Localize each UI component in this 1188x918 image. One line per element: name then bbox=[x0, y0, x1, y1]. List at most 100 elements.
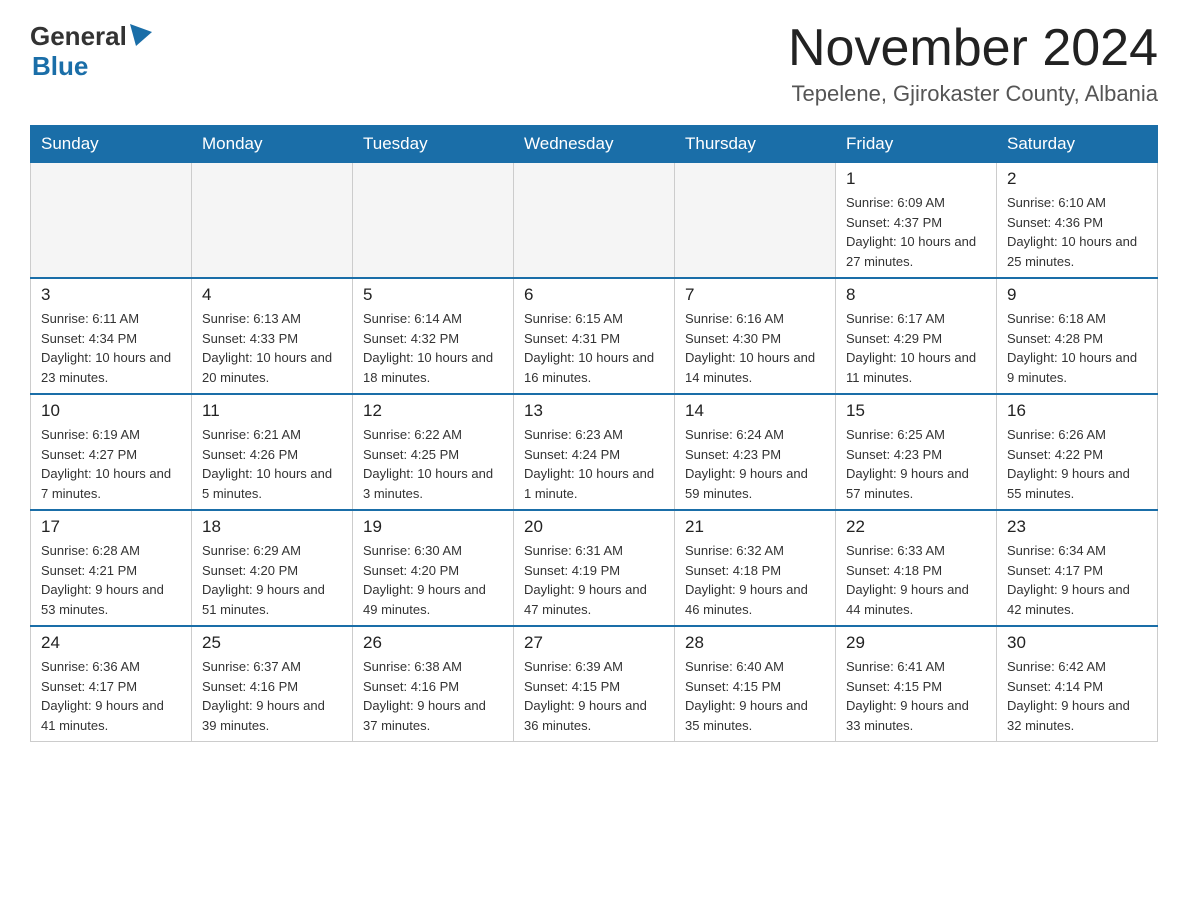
day-info: Sunrise: 6:32 AM Sunset: 4:18 PM Dayligh… bbox=[685, 541, 825, 619]
day-number: 14 bbox=[685, 401, 825, 421]
calendar-day-cell: 2Sunrise: 6:10 AM Sunset: 4:36 PM Daylig… bbox=[997, 163, 1158, 279]
day-info: Sunrise: 6:18 AM Sunset: 4:28 PM Dayligh… bbox=[1007, 309, 1147, 387]
calendar-day-cell: 27 Sunrise: 6:39 AM Sunset: 4:15 PM Dayli… bbox=[514, 626, 675, 742]
logo-blue-text: Blue bbox=[32, 53, 88, 79]
calendar-day-cell: 24 Sunrise: 6:36 AM Sunset: 4:17 PM Dayli… bbox=[31, 626, 192, 742]
day-number: 9 bbox=[1007, 285, 1147, 305]
day-number: 22 bbox=[846, 517, 986, 537]
day-number: 1 bbox=[846, 169, 986, 189]
calendar-day-cell bbox=[675, 163, 836, 279]
calendar-day-cell: 25 Sunrise: 6:37 AM Sunset: 4:16 PM Dayli… bbox=[192, 626, 353, 742]
day-info: Sunrise: 6:29 AM Sunset: 4:20 PM Dayligh… bbox=[202, 541, 342, 619]
calendar-day-cell: 30 Sunrise: 6:42 AM Sunset: 4:14 PM Dayli… bbox=[997, 626, 1158, 742]
day-number: 30 bbox=[1007, 633, 1147, 653]
day-number: 17 bbox=[41, 517, 181, 537]
calendar-header-row: Sunday Monday Tuesday Wednesday Thursday… bbox=[31, 126, 1158, 163]
day-info: Sunrise: 6:41 AM Sunset: 4:15 PM Dayligh… bbox=[846, 657, 986, 735]
calendar-day-cell: 9 Sunrise: 6:18 AM Sunset: 4:28 PM Daylig… bbox=[997, 278, 1158, 394]
calendar-day-cell bbox=[353, 163, 514, 279]
location-title: Tepelene, Gjirokaster County, Albania bbox=[788, 81, 1158, 107]
day-number: 26 bbox=[363, 633, 503, 653]
calendar-day-cell: 7Sunrise: 6:16 AM Sunset: 4:30 PM Daylig… bbox=[675, 278, 836, 394]
day-number: 16 bbox=[1007, 401, 1147, 421]
day-info: Sunrise: 6:42 AM Sunset: 4:14 PM Dayligh… bbox=[1007, 657, 1147, 735]
day-info: Sunrise: 6:37 AM Sunset: 4:16 PM Dayligh… bbox=[202, 657, 342, 735]
calendar-day-cell: 12 Sunrise: 6:22 AM Sunset: 4:25 PM Dayli… bbox=[353, 394, 514, 510]
day-info: Sunrise: 6:39 AM Sunset: 4:15 PM Dayligh… bbox=[524, 657, 664, 735]
day-number: 6 bbox=[524, 285, 664, 305]
day-info: Sunrise: 6:31 AM Sunset: 4:19 PM Dayligh… bbox=[524, 541, 664, 619]
day-info: Sunrise: 6:25 AM Sunset: 4:23 PM Dayligh… bbox=[846, 425, 986, 503]
col-thursday: Thursday bbox=[675, 126, 836, 163]
logo-triangle-icon bbox=[130, 24, 152, 46]
col-sunday: Sunday bbox=[31, 126, 192, 163]
calendar-day-cell: 14 Sunrise: 6:24 AM Sunset: 4:23 PM Dayli… bbox=[675, 394, 836, 510]
day-info: Sunrise: 6:33 AM Sunset: 4:18 PM Dayligh… bbox=[846, 541, 986, 619]
page-header: General Blue November 2024 Tepelene, Gji… bbox=[30, 20, 1158, 107]
day-info: Sunrise: 6:34 AM Sunset: 4:17 PM Dayligh… bbox=[1007, 541, 1147, 619]
day-info: Sunrise: 6:23 AM Sunset: 4:24 PM Dayligh… bbox=[524, 425, 664, 503]
day-info: Sunrise: 6:22 AM Sunset: 4:25 PM Dayligh… bbox=[363, 425, 503, 503]
day-number: 21 bbox=[685, 517, 825, 537]
day-info: Sunrise: 6:11 AM Sunset: 4:34 PM Dayligh… bbox=[41, 309, 181, 387]
calendar-table: Sunday Monday Tuesday Wednesday Thursday… bbox=[30, 125, 1158, 742]
calendar-week-row: 1 Sunrise: 6:09 AM Sunset: 4:37 PM Daylig… bbox=[31, 163, 1158, 279]
title-area: November 2024 Tepelene, Gjirokaster Coun… bbox=[788, 20, 1158, 107]
day-info: Sunrise: 6:24 AM Sunset: 4:23 PM Dayligh… bbox=[685, 425, 825, 503]
calendar-day-cell: 1 Sunrise: 6:09 AM Sunset: 4:37 PM Daylig… bbox=[836, 163, 997, 279]
calendar-day-cell: 22 Sunrise: 6:33 AM Sunset: 4:18 PM Dayli… bbox=[836, 510, 997, 626]
logo-general-text: General bbox=[30, 23, 127, 49]
logo: General Blue bbox=[30, 20, 152, 79]
day-number: 4 bbox=[202, 285, 342, 305]
day-number: 2 bbox=[1007, 169, 1147, 189]
col-tuesday: Tuesday bbox=[353, 126, 514, 163]
col-wednesday: Wednesday bbox=[514, 126, 675, 163]
calendar-day-cell: 28 Sunrise: 6:40 AM Sunset: 4:15 PM Dayli… bbox=[675, 626, 836, 742]
calendar-day-cell: 17 Sunrise: 6:28 AM Sunset: 4:21 PM Dayli… bbox=[31, 510, 192, 626]
calendar-day-cell: 29 Sunrise: 6:41 AM Sunset: 4:15 PM Dayli… bbox=[836, 626, 997, 742]
day-number: 19 bbox=[363, 517, 503, 537]
day-info: Sunrise: 6:16 AM Sunset: 4:30 PM Dayligh… bbox=[685, 309, 825, 387]
calendar-day-cell bbox=[514, 163, 675, 279]
day-number: 27 bbox=[524, 633, 664, 653]
calendar-day-cell: 20Sunrise: 6:31 AM Sunset: 4:19 PM Dayli… bbox=[514, 510, 675, 626]
calendar-day-cell: 10Sunrise: 6:19 AM Sunset: 4:27 PM Dayli… bbox=[31, 394, 192, 510]
day-info: Sunrise: 6:17 AM Sunset: 4:29 PM Dayligh… bbox=[846, 309, 986, 387]
day-number: 24 bbox=[41, 633, 181, 653]
calendar-day-cell: 4 Sunrise: 6:13 AM Sunset: 4:33 PM Daylig… bbox=[192, 278, 353, 394]
calendar-day-cell: 11 Sunrise: 6:21 AM Sunset: 4:26 PM Dayli… bbox=[192, 394, 353, 510]
day-info: Sunrise: 6:28 AM Sunset: 4:21 PM Dayligh… bbox=[41, 541, 181, 619]
day-info: Sunrise: 6:26 AM Sunset: 4:22 PM Dayligh… bbox=[1007, 425, 1147, 503]
calendar-day-cell: 23Sunrise: 6:34 AM Sunset: 4:17 PM Dayli… bbox=[997, 510, 1158, 626]
day-info: Sunrise: 6:36 AM Sunset: 4:17 PM Dayligh… bbox=[41, 657, 181, 735]
day-number: 25 bbox=[202, 633, 342, 653]
day-number: 3 bbox=[41, 285, 181, 305]
calendar-day-cell: 18 Sunrise: 6:29 AM Sunset: 4:20 PM Dayli… bbox=[192, 510, 353, 626]
day-number: 29 bbox=[846, 633, 986, 653]
calendar-day-cell: 26 Sunrise: 6:38 AM Sunset: 4:16 PM Dayli… bbox=[353, 626, 514, 742]
day-info: Sunrise: 6:09 AM Sunset: 4:37 PM Dayligh… bbox=[846, 193, 986, 271]
calendar-week-row: 17 Sunrise: 6:28 AM Sunset: 4:21 PM Dayli… bbox=[31, 510, 1158, 626]
day-info: Sunrise: 6:21 AM Sunset: 4:26 PM Dayligh… bbox=[202, 425, 342, 503]
day-number: 28 bbox=[685, 633, 825, 653]
calendar-day-cell: 21 Sunrise: 6:32 AM Sunset: 4:18 PM Dayli… bbox=[675, 510, 836, 626]
calendar-day-cell: 3 Sunrise: 6:11 AM Sunset: 4:34 PM Daylig… bbox=[31, 278, 192, 394]
calendar-day-cell: 5Sunrise: 6:14 AM Sunset: 4:32 PM Daylig… bbox=[353, 278, 514, 394]
day-info: Sunrise: 6:30 AM Sunset: 4:20 PM Dayligh… bbox=[363, 541, 503, 619]
day-info: Sunrise: 6:40 AM Sunset: 4:15 PM Dayligh… bbox=[685, 657, 825, 735]
day-number: 13 bbox=[524, 401, 664, 421]
calendar-day-cell: 19 Sunrise: 6:30 AM Sunset: 4:20 PM Dayli… bbox=[353, 510, 514, 626]
day-number: 10 bbox=[41, 401, 181, 421]
calendar-day-cell bbox=[31, 163, 192, 279]
day-number: 18 bbox=[202, 517, 342, 537]
calendar-week-row: 24 Sunrise: 6:36 AM Sunset: 4:17 PM Dayli… bbox=[31, 626, 1158, 742]
day-number: 12 bbox=[363, 401, 503, 421]
day-info: Sunrise: 6:13 AM Sunset: 4:33 PM Dayligh… bbox=[202, 309, 342, 387]
calendar-day-cell: 15 Sunrise: 6:25 AM Sunset: 4:23 PM Dayli… bbox=[836, 394, 997, 510]
day-number: 11 bbox=[202, 401, 342, 421]
day-number: 15 bbox=[846, 401, 986, 421]
calendar-week-row: 3 Sunrise: 6:11 AM Sunset: 4:34 PM Daylig… bbox=[31, 278, 1158, 394]
day-info: Sunrise: 6:15 AM Sunset: 4:31 PM Dayligh… bbox=[524, 309, 664, 387]
day-info: Sunrise: 6:38 AM Sunset: 4:16 PM Dayligh… bbox=[363, 657, 503, 735]
day-number: 8 bbox=[846, 285, 986, 305]
